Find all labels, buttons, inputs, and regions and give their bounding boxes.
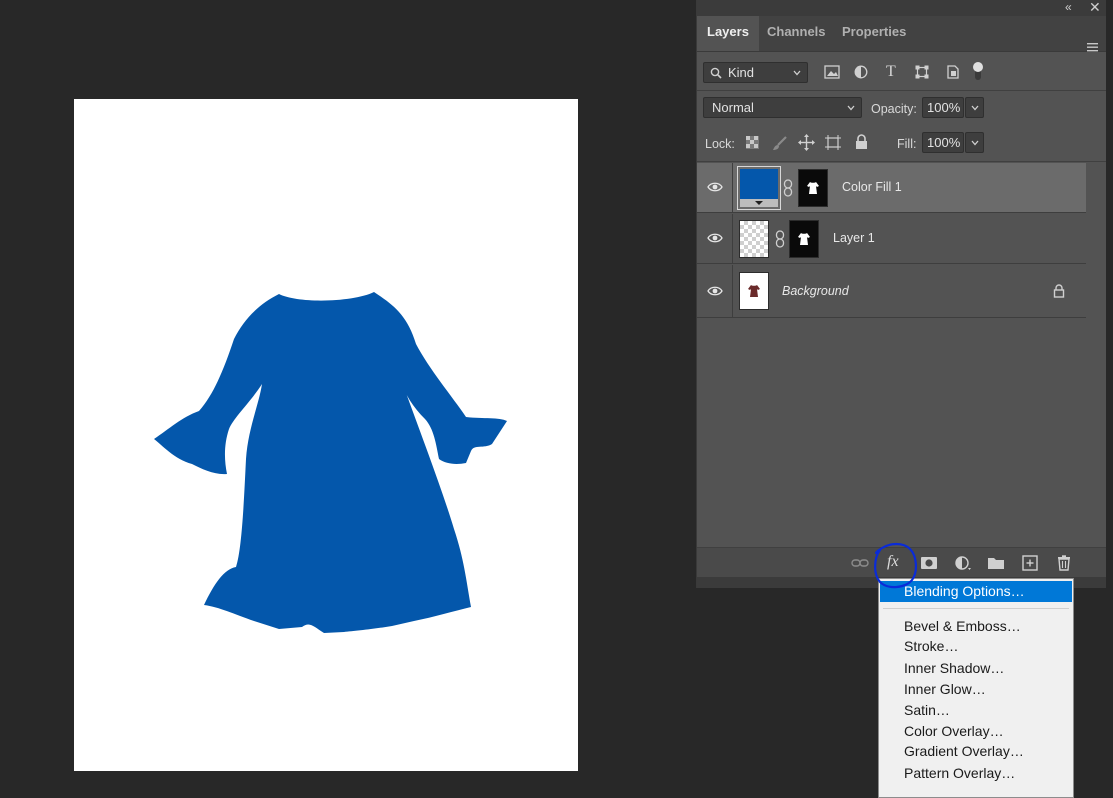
annotation-stroke — [874, 542, 917, 589]
trash-icon[interactable] — [1055, 555, 1073, 571]
layer-row-background[interactable]: Background — [697, 265, 1086, 318]
fill-layer-icon — [755, 201, 763, 205]
dress-silhouette — [154, 292, 507, 633]
opacity-input[interactable]: 100% — [922, 97, 964, 118]
panel-header-bar: « ✕ — [697, 0, 1106, 16]
shape-filter-icon[interactable] — [915, 65, 929, 79]
blend-mode-value: Normal — [712, 100, 754, 115]
fill-label: Fill: — [897, 137, 917, 151]
eye-icon[interactable] — [707, 232, 723, 244]
dress-thumbnail-icon — [748, 285, 760, 297]
fill-value: 100% — [927, 135, 961, 150]
lock-transparent-pixels-icon[interactable] — [746, 136, 759, 149]
lock-row: Lock: Fill: 100% — [697, 126, 1106, 160]
menu-item-stroke[interactable]: Stroke… — [880, 636, 1072, 657]
folder-icon[interactable] — [987, 555, 1005, 571]
lock-position-icon[interactable] — [798, 134, 815, 151]
tab-layers[interactable]: Layers — [697, 16, 759, 51]
layer-mask-thumbnail[interactable] — [789, 220, 819, 258]
link-chain-icon[interactable] — [783, 179, 793, 197]
smart-object-filter-icon[interactable] — [946, 65, 960, 79]
menu-item-inner-glow[interactable]: Inner Glow… — [880, 679, 1072, 700]
lock-image-pixels-icon[interactable] — [772, 135, 788, 151]
filter-toggle-switch[interactable] — [973, 60, 983, 82]
lock-icon — [1053, 284, 1065, 298]
chevron-down-icon — [793, 70, 801, 76]
divider — [732, 265, 733, 318]
panel-tab-bar: Layers Channels Properties — [697, 16, 1106, 52]
dress-shape — [154, 292, 507, 633]
add-mask-icon[interactable] — [920, 555, 938, 571]
dress-mask-icon — [798, 233, 810, 245]
divider — [732, 163, 733, 213]
fill-color-swatch — [740, 169, 778, 199]
opacity-value: 100% — [927, 100, 961, 115]
menu-item-color-overlay[interactable]: Color Overlay… — [880, 721, 1072, 742]
divider — [697, 161, 1106, 162]
layer-thumbnail[interactable] — [739, 220, 769, 258]
lock-artboard-icon[interactable] — [825, 135, 841, 150]
menu-separator — [883, 608, 1069, 609]
search-icon — [710, 67, 722, 79]
eye-icon[interactable] — [707, 285, 723, 297]
lock-all-icon[interactable] — [855, 134, 868, 150]
filter-kind-label: Kind — [728, 65, 755, 80]
collapse-icon[interactable]: « — [1065, 0, 1072, 16]
panel-menu-icon[interactable] — [1087, 42, 1098, 52]
menu-item-satin[interactable]: Satin… — [880, 700, 1072, 721]
fill-input[interactable]: 100% — [922, 132, 964, 153]
chevron-down-icon — [971, 140, 979, 146]
close-icon[interactable]: ✕ — [1089, 0, 1101, 16]
pixel-filter-icon[interactable] — [824, 65, 840, 79]
new-layer-icon[interactable] — [1021, 555, 1039, 571]
opacity-label: Opacity: — [871, 102, 917, 116]
menu-item-bevel-emboss[interactable]: Bevel & Emboss… — [880, 616, 1072, 637]
link-layers-icon[interactable] — [851, 555, 869, 571]
layer-style-menu: Blending Options… Bevel & Emboss… Stroke… — [878, 578, 1074, 798]
filter-row: Kind T — [697, 57, 1106, 89]
layer-name[interactable]: Layer 1 — [833, 231, 875, 245]
layers-panel: « ✕ Layers Channels Properties Kind T No… — [696, 0, 1106, 588]
document-canvas[interactable] — [74, 99, 578, 771]
filter-kind-dropdown[interactable]: Kind — [703, 62, 808, 83]
layer-thumbnail[interactable] — [739, 272, 769, 310]
tab-properties[interactable]: Properties — [832, 16, 916, 51]
layer-name[interactable]: Background — [782, 284, 849, 298]
layer-name[interactable]: Color Fill 1 — [842, 180, 902, 194]
menu-item-pattern-overlay[interactable]: Pattern Overlay… — [880, 763, 1072, 784]
annotation-circle — [874, 542, 917, 589]
fill-indicator-bar — [740, 199, 778, 207]
layer-row-layer-1[interactable]: Layer 1 — [697, 214, 1086, 264]
type-filter-icon[interactable]: T — [886, 63, 896, 81]
menu-item-inner-shadow[interactable]: Inner Shadow… — [880, 658, 1072, 679]
layers-scroll-area — [1086, 163, 1106, 318]
fill-slider-button[interactable] — [965, 132, 984, 153]
tab-channels[interactable]: Channels — [757, 16, 836, 51]
divider — [732, 214, 733, 264]
dress-mask-icon — [807, 182, 819, 194]
adjustment-filter-icon[interactable] — [854, 65, 868, 79]
layer-thumbnail-frame — [737, 166, 781, 210]
layer-mask-thumbnail[interactable] — [798, 169, 828, 207]
opacity-slider-button[interactable] — [965, 97, 984, 118]
layer-row-color-fill-1[interactable]: Color Fill 1 — [697, 163, 1086, 213]
blend-row: Normal Opacity: 100% — [697, 91, 1106, 125]
blend-mode-dropdown[interactable]: Normal — [703, 97, 862, 118]
link-chain-icon[interactable] — [775, 230, 785, 248]
eye-icon[interactable] — [707, 181, 723, 193]
chevron-down-icon — [847, 105, 855, 111]
menu-item-gradient-overlay[interactable]: Gradient Overlay… — [880, 741, 1072, 762]
chevron-down-icon — [971, 105, 979, 111]
adjustment-layer-icon[interactable] — [954, 555, 972, 571]
lock-label: Lock: — [705, 137, 735, 151]
